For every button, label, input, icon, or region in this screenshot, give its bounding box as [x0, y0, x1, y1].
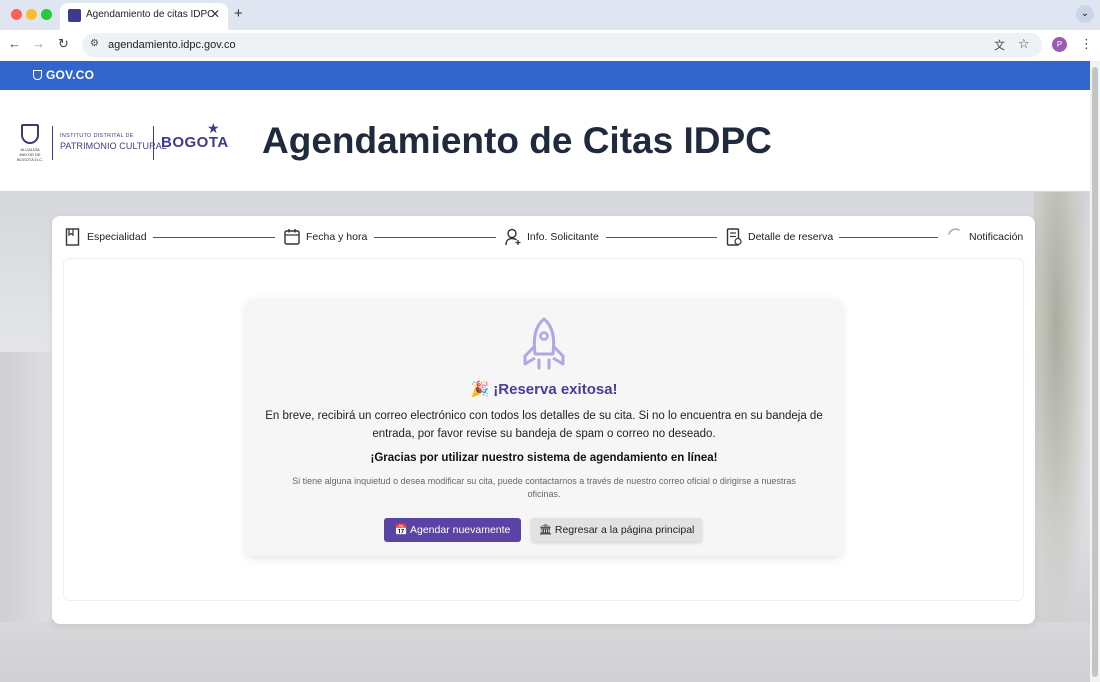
browser-tab[interactable]: Agendamiento de citas IDPC ✕ [60, 3, 228, 30]
success-message-box: 🎉 ¡Reserva exitosa! En breve, recibirá u… [247, 300, 841, 556]
step-label: Notificación [969, 231, 1024, 243]
gov-bar: GOV.CO [0, 61, 1090, 90]
page-title: Agendamiento de Citas IDPC [262, 120, 772, 161]
scrollbar-thumb[interactable] [1092, 67, 1098, 677]
schedule-again-button[interactable]: 📅 Agendar nuevamente [384, 518, 521, 542]
tab-title: Agendamiento de citas IDPC [86, 9, 215, 20]
idpc-logo: INSTITUTO DISTRITAL DE PATRIMONIO CULTUR… [52, 126, 167, 160]
site-header: ALCALDÍA MAYOR DE BOGOTÁ D.C. INSTITUTO … [0, 90, 1090, 192]
step-connector [153, 237, 275, 238]
step-label: Especialidad [87, 231, 147, 243]
booking-card: Especialidad Fecha y hora Info. Solicita… [52, 216, 1035, 624]
back-button[interactable]: ← [8, 36, 21, 51]
idpc-logo-small: INSTITUTO DISTRITAL DE [60, 133, 134, 139]
page-viewport: GOV.CO ALCALDÍA MAYOR DE BOGOTÁ D.C. INS… [0, 61, 1090, 682]
bogota-star-icon: ★ [207, 120, 220, 136]
browser-toolbar: ← → ↻ ⚙ agendamiento.idpc.gov.co 文 ☆ P ⋮ [0, 30, 1100, 61]
forward-button[interactable]: → [32, 36, 45, 51]
site-info-icon[interactable]: ⚙ [90, 38, 99, 49]
step-connector [374, 237, 496, 238]
window-close-button[interactable] [11, 9, 22, 20]
return-home-button[interactable]: 🏛 Regresar a la página principal [531, 518, 702, 542]
profile-avatar[interactable]: P [1052, 37, 1067, 52]
tab-close-icon[interactable]: ✕ [210, 7, 220, 21]
thanks-message: ¡Gracias por utilizar nuestro sistema de… [370, 452, 718, 464]
crest-shield-icon [21, 124, 39, 144]
new-tab-button[interactable]: + [234, 5, 243, 22]
booking-stepper: Especialidad Fecha y hora Info. Solicita… [52, 216, 1035, 258]
gov-shield-icon [33, 70, 42, 80]
calendar-icon [284, 229, 300, 245]
step-connector [606, 237, 717, 238]
rocket-icon [523, 317, 565, 370]
help-message: Si tiene alguna inquietud o desea modifi… [292, 476, 796, 499]
crest-text: ALCALDÍA MAYOR DE BOGOTÁ D.C. [16, 147, 44, 162]
url-text[interactable]: agendamiento.idpc.gov.co [108, 39, 236, 51]
bookmark-icon [65, 228, 80, 246]
background-ground [0, 622, 1090, 682]
window-minimize-button[interactable] [26, 9, 37, 20]
success-title: 🎉 ¡Reserva exitosa! [470, 381, 618, 398]
browser-chrome: Agendamiento de citas IDPC ✕ + ⌄ ← → ↻ ⚙… [0, 0, 1100, 61]
success-message: En breve, recibirá un correo electrónico… [265, 410, 823, 440]
step-content-panel: 🎉 ¡Reserva exitosa! En breve, recibirá u… [63, 258, 1024, 601]
step-connector [839, 237, 938, 238]
background-tree [1034, 192, 1090, 632]
reload-button[interactable]: ↻ [58, 36, 69, 52]
receipt-icon [726, 228, 742, 246]
gov-logo-text: GOV.CO [46, 68, 95, 82]
idpc-logo-big: PATRIMONIO CULTURAL [60, 141, 167, 151]
alcaldia-crest-logo: ALCALDÍA MAYOR DE BOGOTÁ D.C. [14, 124, 46, 162]
step-label: Fecha y hora [306, 231, 368, 243]
browser-menu-icon[interactable]: ⋮ [1080, 36, 1093, 52]
bookmark-star-icon[interactable]: ☆ [1018, 36, 1030, 52]
step-label: Detalle de reserva [748, 231, 834, 243]
tab-search-button[interactable]: ⌄ [1076, 5, 1094, 23]
page-scrollbar[interactable] [1090, 61, 1100, 682]
tab-bar: Agendamiento de citas IDPC ✕ + ⌄ [0, 0, 1100, 30]
step-label: Info. Solicitante [527, 231, 599, 243]
favicon-icon [68, 9, 81, 22]
gov-co-logo[interactable]: GOV.CO [33, 68, 94, 82]
user-add-icon [505, 228, 521, 246]
translate-icon[interactable]: 文 [994, 37, 1005, 53]
window-maximize-button[interactable] [41, 9, 52, 20]
spinner-icon [948, 228, 960, 235]
background-wall [0, 352, 52, 652]
address-bar[interactable]: ⚙ agendamiento.idpc.gov.co 文 ☆ [82, 33, 1042, 57]
